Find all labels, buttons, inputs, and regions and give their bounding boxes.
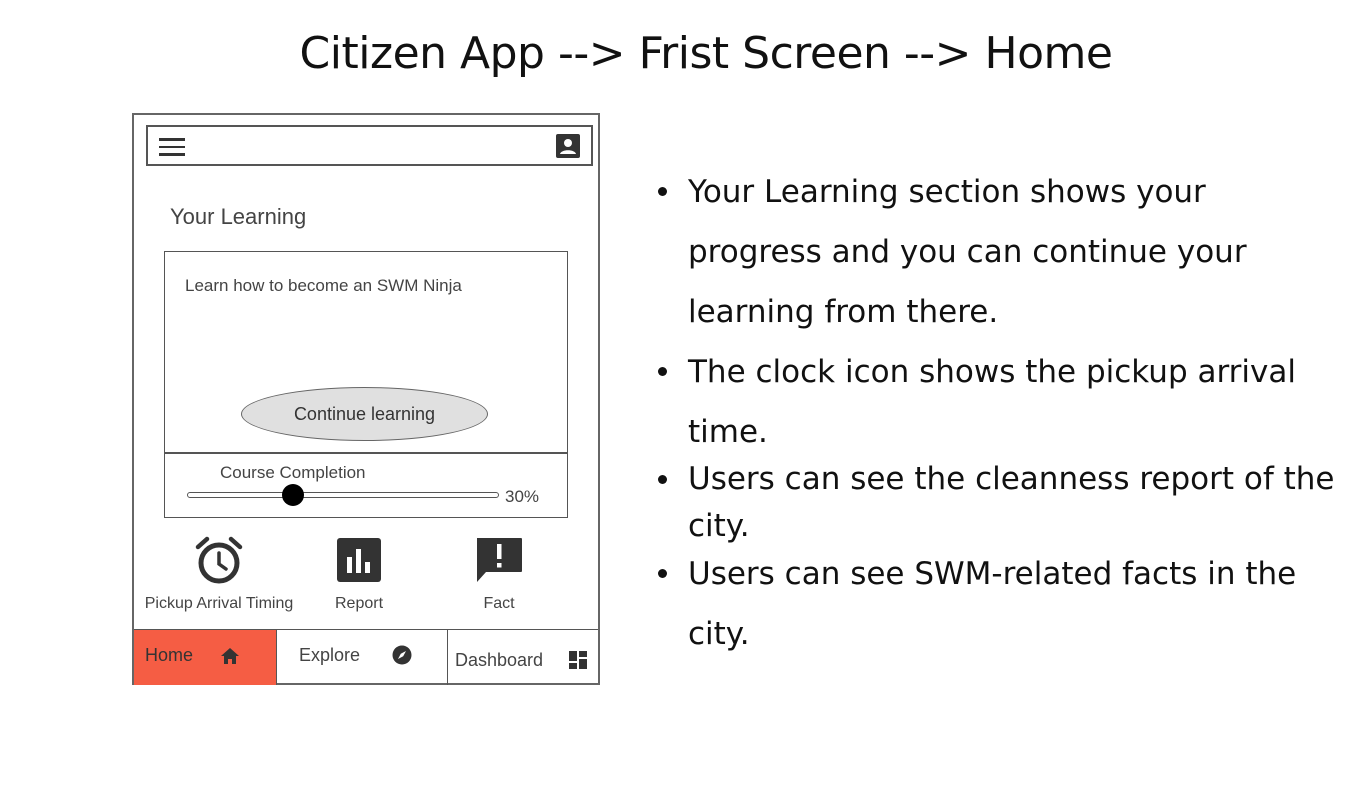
nav-tab-explore[interactable]: Explore [277, 630, 448, 685]
page-title: Citizen App --> Frist Screen --> Home [299, 28, 1113, 79]
note-text: Users can see SWM-related facts in the c… [688, 556, 1297, 652]
shortcut-report[interactable]: Report [314, 535, 404, 613]
dashboard-icon [569, 651, 587, 669]
shortcut-pickup-arrival-timing[interactable]: Pickup Arrival Timing [144, 535, 294, 613]
bullet-icon [658, 367, 667, 376]
continue-learning-button[interactable]: Continue learning [241, 387, 488, 441]
note-item: The clock icon shows the pickup arrival … [658, 342, 1348, 462]
completion-label: Course Completion [220, 463, 366, 482]
note-item: Users can see the cleanness report of th… [658, 456, 1348, 550]
shortcut-label: Report [334, 595, 384, 612]
note-text: Users can see the cleanness report of th… [688, 461, 1335, 544]
bottom-navigation: Home Explore Dashboard [134, 629, 598, 685]
shortcut-label: Pickup Arrival Timing [144, 595, 294, 612]
app-header [146, 125, 593, 166]
bullet-icon [658, 569, 667, 578]
notes-list: Your Learning section shows your progres… [658, 162, 1348, 664]
note-item: Your Learning section shows your progres… [658, 162, 1348, 342]
bullet-icon [658, 187, 667, 196]
completion-value: 30% [505, 487, 540, 506]
completion-slider-thumb[interactable] [281, 484, 304, 506]
nav-label: Dashboard [455, 650, 544, 670]
learning-card: Learn how to become an SWM Ninja Continu… [164, 251, 568, 518]
exclamation-chat-icon [477, 538, 522, 582]
home-icon [221, 648, 239, 664]
compass-icon [392, 645, 412, 665]
divider [165, 452, 567, 454]
account-box-icon[interactable] [556, 134, 580, 158]
course-title: Learn how to become an SWM Ninja [185, 276, 462, 295]
note-text: Your Learning section shows your progres… [688, 174, 1247, 330]
hamburger-menu-icon[interactable] [159, 138, 185, 156]
note-item: Users can see SWM-related facts in the c… [658, 544, 1348, 664]
alarm-clock-icon [195, 536, 243, 584]
nav-label: Home [145, 645, 194, 665]
section-title: Your Learning [170, 204, 307, 229]
bar-chart-icon [337, 538, 381, 582]
nav-tab-dashboard[interactable]: Dashboard [448, 630, 598, 685]
completion-slider-track[interactable] [187, 492, 499, 498]
shortcut-fact[interactable]: Fact [454, 535, 544, 613]
nav-label: Explore [299, 645, 361, 665]
shortcut-label: Fact [483, 595, 515, 612]
nav-tab-home[interactable]: Home [134, 630, 277, 685]
bullet-icon [658, 475, 667, 484]
note-text: The clock icon shows the pickup arrival … [688, 354, 1296, 450]
phone-mockup: Your Learning Learn how to become an SWM… [132, 113, 600, 685]
